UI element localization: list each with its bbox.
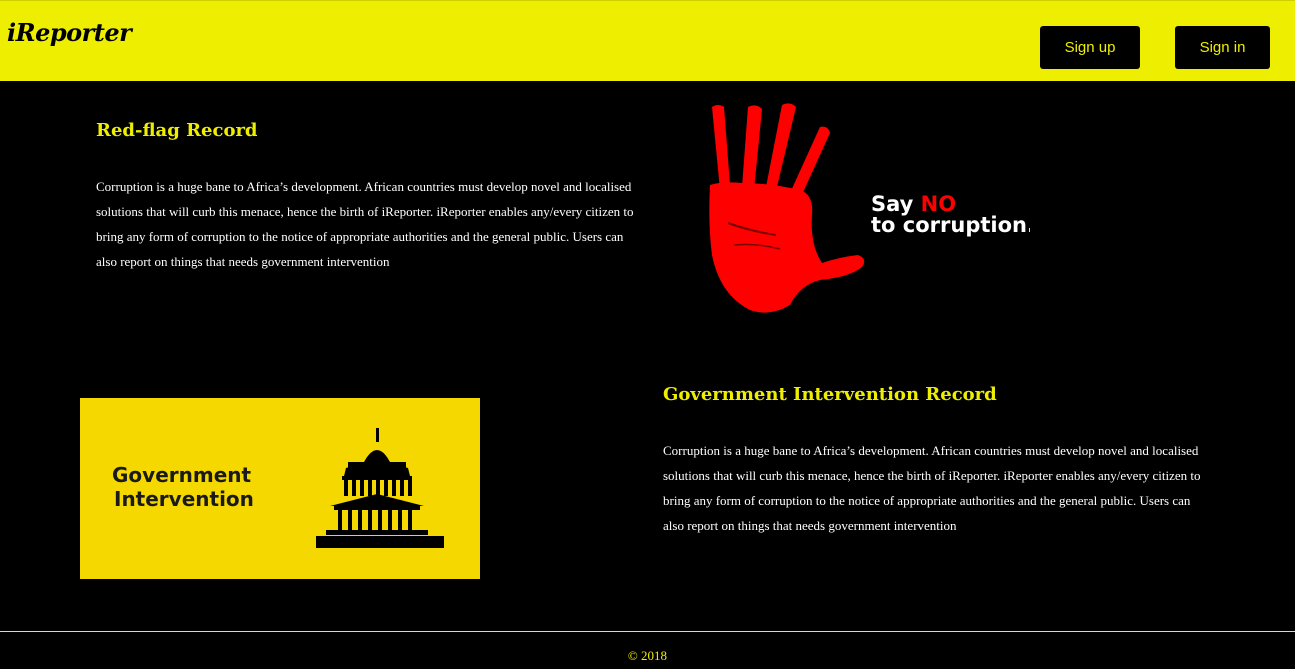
- government-intervention-image: Government Intervention: [80, 398, 480, 579]
- say-no-to-corruption-image: Say NO to corruption.: [650, 95, 1030, 345]
- signin-button[interactable]: Sign in: [1175, 26, 1270, 69]
- capitol-building-icon: [316, 428, 444, 548]
- government-text: Government: [112, 463, 252, 487]
- copyright-text: © 2018: [627, 648, 668, 663]
- footer-divider: [0, 631, 1295, 632]
- intervention-title: Government Intervention Record: [663, 384, 997, 405]
- red-hand-icon: Say NO to corruption.: [709, 103, 1030, 313]
- redflag-description: Corruption is a huge bane to Africa’s de…: [96, 179, 634, 269]
- signup-button[interactable]: Sign up: [1040, 26, 1140, 69]
- redflag-title: Red-flag Record: [96, 120, 258, 141]
- to-corruption-text: to corruption.: [871, 213, 1030, 237]
- intervention-description: Corruption is a huge bane to Africa’s de…: [663, 443, 1201, 533]
- intervention-text: Intervention: [114, 487, 254, 511]
- site-logo[interactable]: iReporter: [7, 18, 132, 47]
- top-navbar: iReporter Sign up Sign in: [0, 0, 1295, 81]
